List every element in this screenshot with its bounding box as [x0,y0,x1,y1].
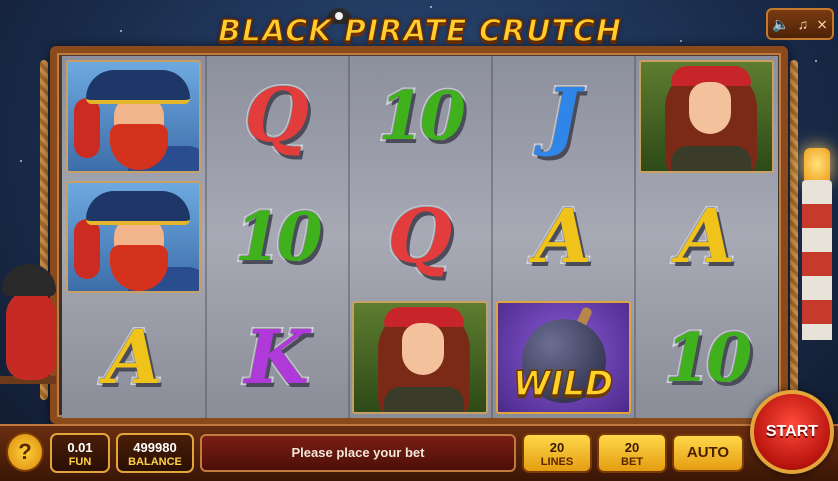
reel-cell-q: Q [205,56,348,177]
captain-symbol-icon [66,60,202,173]
reel-cell-captain [62,56,205,177]
symbol-k: K [243,313,311,403]
bet-value: 20 [624,440,640,455]
bet-button[interactable]: 20 BET [597,433,667,473]
reel-divider [348,56,350,418]
reel-cell-k: K [205,297,348,418]
bet-label: BET [621,456,643,468]
symbol-q: Q [243,71,311,161]
coin-value-button[interactable]: 0.01 FUN [50,433,110,473]
lines-button[interactable]: 20 LINES [522,433,592,473]
reel-divider [491,56,493,418]
coin-label: FUN [68,456,92,468]
coin-value: 0.01 [67,440,93,455]
help-button[interactable]: ? [6,432,44,472]
reel-cell-j: J [492,56,635,177]
reel-cell-a: A [635,177,778,298]
symbol-j: J [544,71,583,161]
symbol-10: 10 [376,75,468,157]
parrot-mascot-icon [0,256,60,406]
reel-cell-captain [62,177,205,298]
auto-spin-button[interactable]: AUTO [672,434,744,472]
balance-display: 499980 BALANCE [116,433,194,473]
symbol-a: A [103,313,164,403]
fullscreen-icon[interactable]: ⨯ [816,16,828,33]
symbol-a: A [532,192,593,282]
status-message: Please place your bet [200,434,516,472]
symbol-q: Q [386,192,454,282]
reel-cell-lady [635,56,778,177]
symbol-10: 10 [662,317,754,399]
balance-value: 499980 [133,440,177,455]
lines-label: LINES [540,456,574,468]
music-note-icon[interactable]: ♫ [798,16,809,32]
top-controls: 🔈 ♫ ⨯ [766,8,834,40]
reel-cell-a: A [492,177,635,298]
captain-symbol-icon [66,180,202,294]
reel-divider [205,56,207,418]
pirate-lady-symbol-icon [638,60,774,173]
wild-label: WILD [512,363,614,405]
lighthouse-decoration [796,140,836,340]
balance-label: BALANCE [128,456,182,468]
reel-cell-wild: WILD [492,297,635,418]
wild-bomb-symbol-icon: WILD [495,301,631,414]
start-spin-button[interactable]: START [750,390,834,474]
reel-cell-10: 10 [205,177,348,298]
reel-cell-lady [348,297,491,418]
pirate-lady-symbol-icon [352,301,488,414]
reel-cell-a: A [62,297,205,418]
reel-cell-q: Q [348,177,491,298]
symbol-a: A [676,192,737,282]
reel-cell-10: 10 [348,56,491,177]
speaker-icon[interactable]: 🔈 [772,16,789,33]
reel-cell-10: 10 [635,297,778,418]
reel-divider [634,56,636,418]
lines-value: 20 [549,440,565,455]
reels-grid: Q 10 J 10 Q A A A K WILD 10 [62,56,778,418]
symbol-10: 10 [233,196,325,278]
